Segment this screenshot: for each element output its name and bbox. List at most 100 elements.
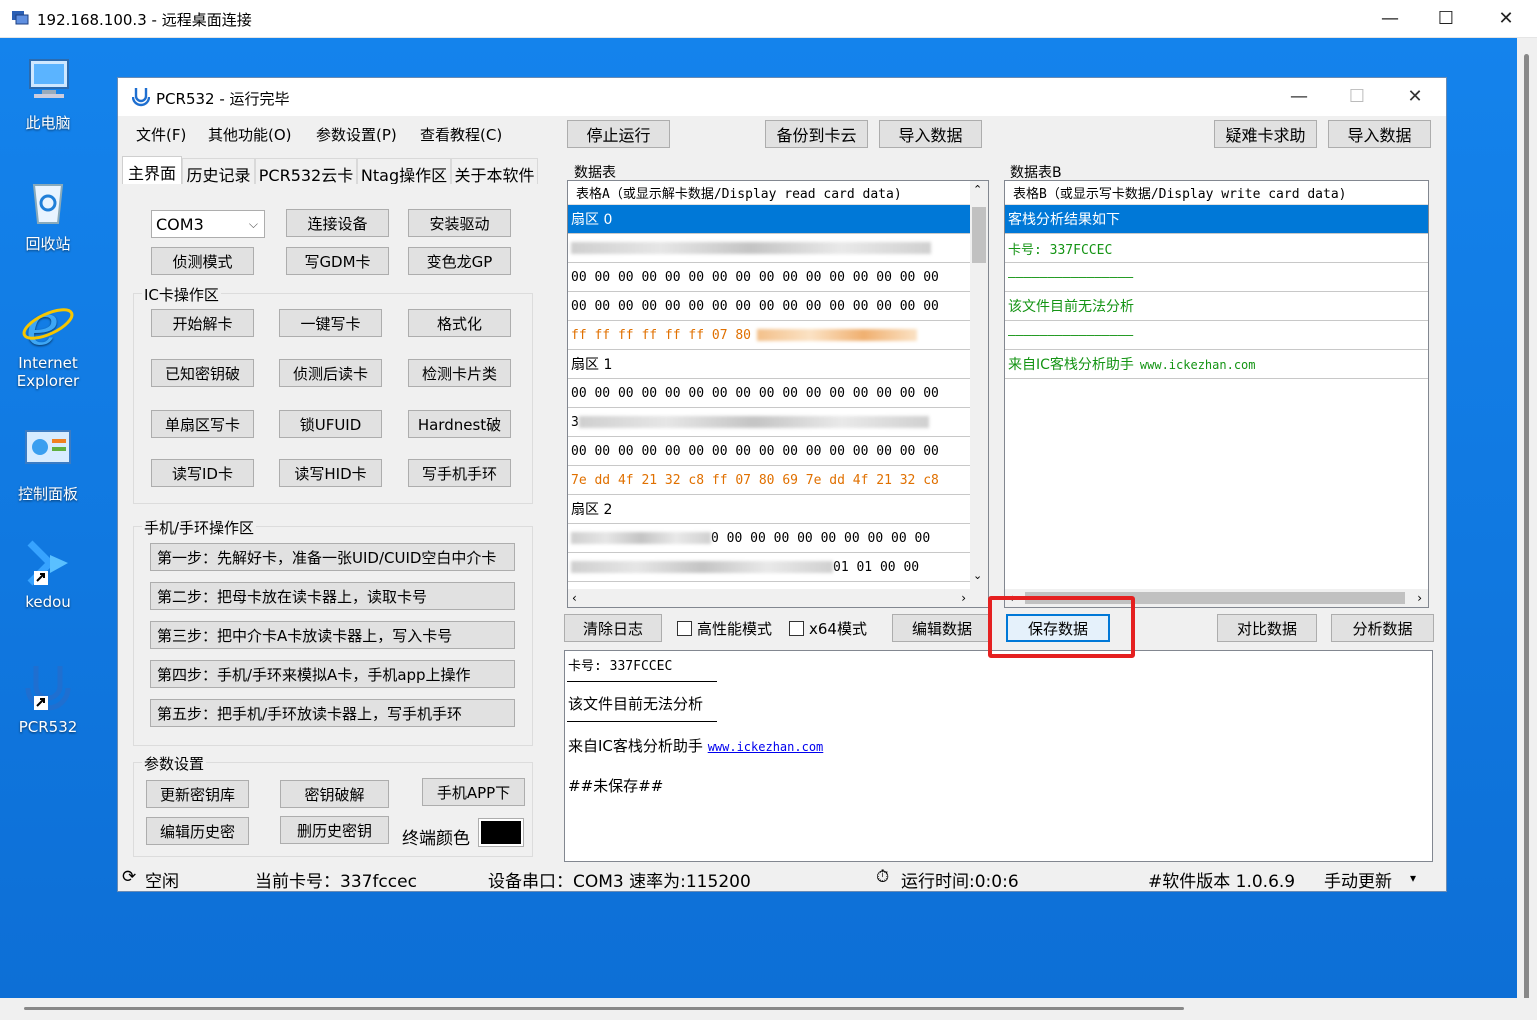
app-minimize-button[interactable]: — [1270,78,1328,116]
menu-other-functions[interactable]: 其他功能(O) [208,124,292,145]
scroll-left-icon[interactable]: ‹ [572,591,577,605]
edit-data-button[interactable]: 编辑数据 [892,614,992,642]
com-port-select[interactable]: COM3 ⌵ [151,210,265,238]
manual-update-button[interactable]: 手动更新 [1324,867,1392,892]
key-crack-button[interactable]: 密钥破解 [280,780,389,808]
scroll-right-icon[interactable]: › [961,591,966,605]
read-write-id-button[interactable]: 读写ID卡 [151,459,254,487]
step-5-button[interactable]: 第五步：把手机/手环放读卡器上，写手机手环 [150,699,515,727]
terminal-color-swatch[interactable] [478,818,524,847]
chameleon-gp-button[interactable]: 变色龙GP [408,247,511,275]
desktop-icon-this-pc[interactable]: 此电脑 [3,52,93,133]
install-driver-button[interactable]: 安装驱动 [408,209,511,237]
step-4-button[interactable]: 第四步：手机/手环来模拟A卡，手机app上操作 [150,660,515,688]
table-row[interactable]: 来自IC客栈分析助手 www.ickezhan.com [1005,350,1428,379]
stop-run-button[interactable]: 停止运行 [567,120,670,148]
table-row[interactable]: 扇区 2 [568,495,988,524]
clear-log-button[interactable]: 清除日志 [564,614,662,642]
read-write-hid-button[interactable]: 读写HID卡 [279,459,382,487]
step-1-button[interactable]: 第一步：先解好卡，准备一张UID/CUID空白中介卡 [150,543,515,571]
table-row[interactable]: 0 00 00 00 00 00 00 00 00 00 [568,524,988,553]
table-row[interactable]: 00 00 00 00 00 00 00 00 00 00 00 00 00 0… [568,437,988,466]
ickezhan-link[interactable]: www.ickezhan.com [708,740,824,754]
format-button[interactable]: 格式化 [408,309,511,337]
phone-app-download-button[interactable]: 手机APP下 [422,778,525,806]
edit-history-keys-button[interactable]: 编辑历史密 [146,817,249,845]
read-after-detect-button[interactable]: 侦测后读卡 [279,359,382,387]
rdp-maximize-button[interactable]: ☐ [1423,0,1469,38]
table-row[interactable]: 00 00 00 00 00 00 00 00 00 00 00 00 00 0… [568,379,988,408]
import-data-a-button[interactable]: 导入数据 [879,120,982,148]
update-key-library-button[interactable]: 更新密钥库 [146,780,249,808]
table-a-horizontal-scrollbar[interactable]: ‹ › [568,589,972,607]
table-row[interactable]: 00 00 00 00 00 00 00 00 00 00 00 00 00 0… [568,263,988,292]
tab-history[interactable]: 历史记录 [182,158,255,185]
menu-file[interactable]: 文件(F) [136,124,186,145]
rdp-horizontal-scrollbar[interactable] [0,998,1537,1020]
table-b-listbox[interactable]: 表格B（或显示写卡数据/Display write card data) 客栈分… [1004,180,1429,608]
app-close-button[interactable]: ✕ [1386,78,1444,116]
table-row[interactable]: ———————————————— [1005,263,1428,292]
table-row[interactable]: 客栈分析结果如下 [1005,205,1428,234]
table-a-vertical-scrollbar[interactable]: ⌃ ⌄ [970,181,988,607]
ic-group-title: IC卡操作区 [142,284,221,305]
menu-parameters[interactable]: 参数设置(P) [316,124,397,145]
compare-data-button[interactable]: 对比数据 [1217,614,1317,642]
tab-ntag[interactable]: Ntag操作区 [357,158,451,185]
table-row[interactable]: 该文件目前无法分析 [1005,292,1428,321]
rdp-minimize-button[interactable]: — [1367,0,1413,38]
table-row[interactable] [568,234,988,263]
high-performance-checkbox[interactable]: 高性能模式 [677,618,772,639]
table-row[interactable]: ———————————————— [1005,321,1428,350]
step-2-button[interactable]: 第二步：把母卡放在读卡器上，读取卡号 [150,582,515,610]
analyze-data-button[interactable]: 分析数据 [1331,614,1434,642]
rdp-vertical-scrollbar[interactable] [1517,38,1537,1020]
desktop-icon-recycle-bin[interactable]: 回收站 [3,173,93,254]
dropdown-arrow-icon[interactable]: ▾ [1410,871,1416,885]
desktop-icon-pcr532[interactable]: PCR532 [3,658,93,736]
hardnest-crack-button[interactable]: Hardnest破 [408,410,511,438]
desktop-icon-internet-explorer[interactable]: e Internet Explorer [3,293,93,390]
table-row[interactable]: 扇区 1 [568,350,988,379]
single-sector-write-button[interactable]: 单扇区写卡 [151,410,254,438]
table-a-listbox[interactable]: 表格A（或显示解卡数据/Display read card data) 扇区 0… [567,180,989,608]
tab-main[interactable]: 主界面 [122,156,182,185]
import-data-b-button[interactable]: 导入数据 [1328,120,1431,148]
rdp-close-button[interactable]: ✕ [1483,0,1529,38]
table-row[interactable]: 卡号: 337FCCEC [1005,234,1428,263]
app-maximize-button[interactable]: ☐ [1328,78,1386,116]
scroll-thumb[interactable] [972,207,986,263]
lock-ufuid-button[interactable]: 锁UFUID [279,410,382,438]
scroll-down-icon[interactable]: ⌄ [973,569,982,582]
scroll-right-icon[interactable]: › [1417,591,1422,605]
delete-history-keys-button[interactable]: 删历史密钥 [280,816,389,844]
table-row[interactable]: 3 [568,408,988,437]
backup-to-cloud-button[interactable]: 备份到卡云 [765,120,868,148]
table-row[interactable]: 00 00 00 00 00 00 00 00 00 00 00 00 00 0… [568,292,988,321]
difficult-card-help-button[interactable]: 疑难卡求助 [1214,120,1317,148]
write-phone-band-button[interactable]: 写手机手环 [408,459,511,487]
connect-device-button[interactable]: 连接设备 [286,209,389,237]
start-crack-button[interactable]: 开始解卡 [151,309,254,337]
tab-cloud-card[interactable]: PCR532云卡 [255,158,357,185]
step-3-button[interactable]: 第三步：把中介卡A卡放读卡器上，写入卡号 [150,621,515,649]
write-gdm-button[interactable]: 写GDM卡 [286,247,389,275]
one-click-write-button[interactable]: 一键写卡 [279,309,382,337]
known-key-crack-button[interactable]: 已知密钥破 [151,359,254,387]
table-row[interactable]: 7e dd 4f 21 32 c8 ff 07 80 69 7e dd 4f 2… [568,466,988,495]
x64-mode-checkbox[interactable]: x64模式 [789,618,867,639]
log-output[interactable]: 卡号: 337FCCEC 该文件目前无法分析 来自IC客栈分析助手 www.ic… [564,650,1433,862]
row-text: ff ff ff ff ff ff 07 80 [571,327,752,343]
table-row[interactable]: 01 01 00 00 [568,553,988,582]
detect-card-type-button[interactable]: 检测卡片类 [408,359,511,387]
scroll-up-icon[interactable]: ⌃ [973,183,982,196]
desktop-icon-control-panel[interactable]: 控制面板 [3,423,93,504]
table-row[interactable]: 扇区 0 [568,205,988,234]
table-row[interactable]: ff ff ff ff ff ff 07 80 [568,321,988,350]
checkbox-box[interactable] [789,621,804,636]
checkbox-box[interactable] [677,621,692,636]
tab-about[interactable]: 关于本软件 [451,158,538,185]
menu-tutorials[interactable]: 查看教程(C) [420,124,502,145]
detect-mode-button[interactable]: 侦测模式 [151,247,254,275]
desktop-icon-kedou[interactable]: kedou [3,533,93,611]
